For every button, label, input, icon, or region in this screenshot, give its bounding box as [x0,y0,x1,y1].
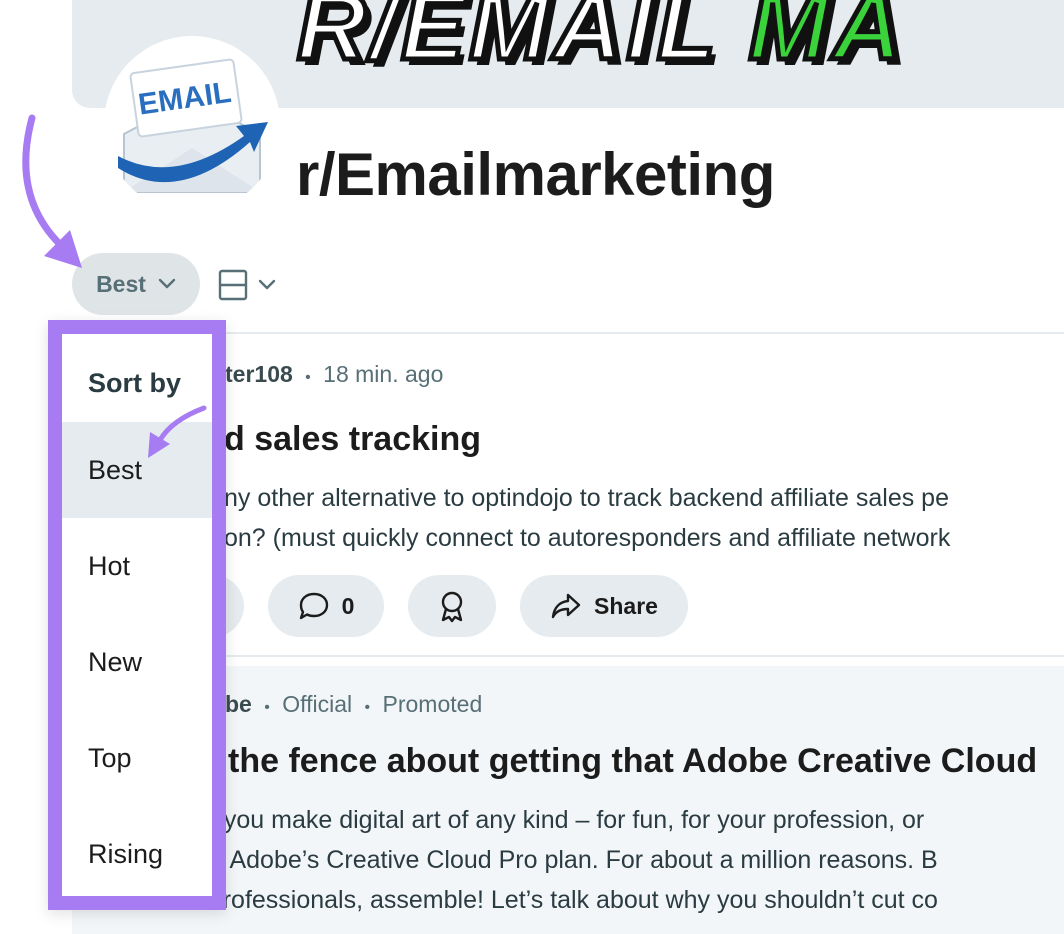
post-time: 18 min. ago [323,361,444,387]
share-button[interactable]: Share [520,575,688,637]
sort-option-rising[interactable]: Rising [62,806,212,902]
comments-button[interactable]: 0 [268,575,384,637]
comment-icon [299,592,328,620]
comment-count: 0 [341,592,355,619]
post-title[interactable]: the fence about getting that Adobe Creat… [228,742,1037,781]
sort-option-hot[interactable]: Hot [62,518,212,614]
award-icon [441,591,463,623]
post-body: f you make digital art of any kind – for… [210,806,938,874]
post-body: ny other alternative to optindojo to tra… [224,484,951,552]
post-author[interactable]: be [225,691,252,717]
sort-option-new[interactable]: New [62,614,212,710]
post-meta: be • Official • Promoted [225,691,483,717]
annotation-arrow-icon [22,114,207,458]
chevron-down-icon [258,279,276,290]
share-label: Share [594,592,658,619]
subreddit-title: r/Emailmarketing [296,141,775,208]
post-title[interactable]: d sales tracking [224,420,481,459]
promoted-tag: Promoted [382,691,483,717]
official-tag: Official [282,691,353,717]
share-icon [551,593,581,619]
award-button[interactable] [408,575,496,637]
sort-option-top[interactable]: Top [62,710,212,806]
post-body-line: Creative Professionals, assemble! Let’s … [106,886,938,914]
banner-text: R/EMAIL MA [295,0,906,83]
